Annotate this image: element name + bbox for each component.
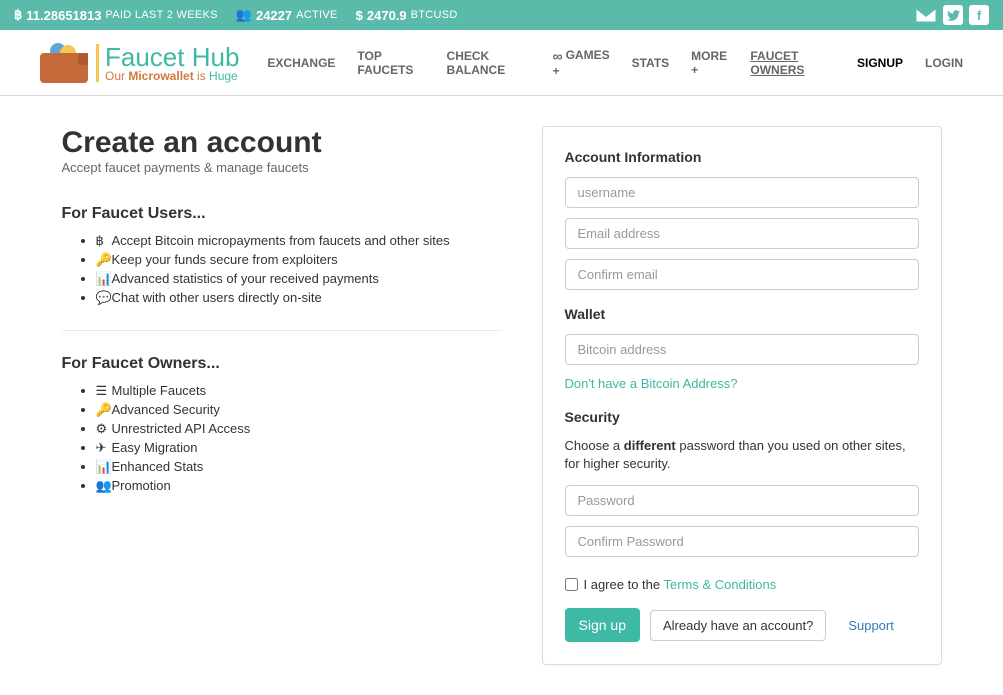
security-heading: Security xyxy=(565,409,919,425)
terms-link[interactable]: Terms & Conditions xyxy=(664,577,777,592)
no-address-link[interactable]: Don't have a Bitcoin Address? xyxy=(565,376,738,391)
topbar-social: f xyxy=(915,4,989,26)
nav-games[interactable]: ∞GAMES + xyxy=(553,48,610,78)
list-item: 🔑Keep your funds secure from exploiters xyxy=(96,252,502,268)
nav-stats[interactable]: STATS xyxy=(632,56,670,70)
email-field[interactable] xyxy=(565,218,919,249)
already-account-button[interactable]: Already have an account? xyxy=(650,610,826,641)
list-icon: ☰ xyxy=(96,383,110,399)
list-item: ✈Easy Migration xyxy=(96,440,502,456)
nav-check-balance[interactable]: CHECK BALANCE xyxy=(447,49,531,77)
topbar: ฿ 11.28651813 PAID LAST 2 WEEKS 👥 24227 … xyxy=(0,0,1003,30)
list-item: ฿Accept Bitcoin micropayments from fauce… xyxy=(96,233,502,249)
nav-signup[interactable]: SIGNUP xyxy=(857,56,903,70)
terms-label: I agree to the Terms & Conditions xyxy=(584,577,777,592)
stat-active-label: ACTIVE xyxy=(296,9,338,21)
support-link[interactable]: Support xyxy=(848,618,894,633)
stat-paid: ฿ 11.28651813 PAID LAST 2 WEEKS xyxy=(14,7,218,23)
stat-price-label: BTCUSD xyxy=(411,9,458,21)
chart-icon: 📊 xyxy=(96,271,110,287)
chart-icon: 📊 xyxy=(96,459,110,475)
facebook-icon[interactable]: f xyxy=(969,5,989,25)
topbar-stats: ฿ 11.28651813 PAID LAST 2 WEEKS 👥 24227 … xyxy=(14,7,458,23)
infinity-icon: ∞ xyxy=(553,48,563,64)
wallet-heading: Wallet xyxy=(565,306,919,322)
logo[interactable]: Faucet Hub Our Microwallet is Huge xyxy=(40,43,239,83)
terms-row: I agree to the Terms & Conditions xyxy=(565,577,919,592)
users-list: ฿Accept Bitcoin micropayments from fauce… xyxy=(62,233,502,306)
list-item: 📊Enhanced Stats xyxy=(96,459,502,475)
users-icon: 👥 xyxy=(96,478,110,494)
navbar: Faucet Hub Our Microwallet is Huge EXCHA… xyxy=(0,30,1003,96)
confirm-password-field[interactable] xyxy=(565,526,919,557)
main-container: Create an account Accept faucet payments… xyxy=(42,96,962,695)
nav-exchange[interactable]: EXCHANGE xyxy=(267,56,335,70)
list-item: 👥Promotion xyxy=(96,478,502,494)
envelope-icon[interactable] xyxy=(915,4,937,26)
username-field[interactable] xyxy=(565,177,919,208)
stat-paid-value: 11.28651813 xyxy=(26,8,101,23)
plane-icon: ✈ xyxy=(96,440,110,456)
stat-paid-label: PAID LAST 2 WEEKS xyxy=(105,9,217,21)
dollar-icon: $ xyxy=(356,8,363,23)
chat-icon: 💬 xyxy=(96,290,110,306)
account-heading: Account Information xyxy=(565,149,919,165)
gear-icon: ⚙ xyxy=(96,421,110,437)
page-subtitle: Accept faucet payments & manage faucets xyxy=(62,160,502,175)
key-icon: 🔑 xyxy=(96,252,110,268)
list-item: 🔑Advanced Security xyxy=(96,402,502,418)
terms-checkbox[interactable] xyxy=(565,578,578,591)
nav-login[interactable]: LOGIN xyxy=(925,56,963,70)
bitcoin-address-field[interactable] xyxy=(565,334,919,365)
signup-button[interactable]: Sign up xyxy=(565,608,640,642)
nav-more[interactable]: MORE + xyxy=(691,49,728,77)
owners-heading: For Faucet Owners... xyxy=(62,355,502,373)
list-item: ☰Multiple Faucets xyxy=(96,383,502,399)
stat-active: 👥 24227 ACTIVE xyxy=(236,7,338,23)
twitter-icon[interactable] xyxy=(943,5,963,25)
divider xyxy=(62,330,502,331)
logo-title: Faucet Hub xyxy=(105,44,239,70)
password-field[interactable] xyxy=(565,485,919,516)
bitcoin-icon: ฿ xyxy=(14,7,22,23)
wallet-icon xyxy=(40,43,88,83)
nav-links: EXCHANGE TOP FAUCETS CHECK BALANCE ∞GAME… xyxy=(267,48,963,78)
stat-active-value: 24227 xyxy=(256,8,292,23)
bitcoin-icon: ฿ xyxy=(96,233,110,249)
nav-top-faucets[interactable]: TOP FAUCETS xyxy=(357,49,424,77)
users-heading: For Faucet Users... xyxy=(62,205,502,223)
confirm-email-field[interactable] xyxy=(565,259,919,290)
security-help: Choose a different password than you use… xyxy=(565,437,919,473)
nav-faucet-owners[interactable]: FAUCET OWNERS xyxy=(750,49,835,77)
stat-price-value: 2470.9 xyxy=(367,8,407,23)
logo-text: Faucet Hub Our Microwallet is Huge xyxy=(96,44,239,82)
button-row: Sign up Already have an account? Support xyxy=(565,608,919,642)
list-item: 💬Chat with other users directly on-site xyxy=(96,290,502,306)
users-icon: 👥 xyxy=(236,7,252,23)
page-title: Create an account xyxy=(62,126,502,160)
logo-subtitle: Our Microwallet is Huge xyxy=(105,70,239,82)
signup-form: Account Information Wallet Don't have a … xyxy=(542,126,942,665)
list-item: ⚙Unrestricted API Access xyxy=(96,421,502,437)
left-column: Create an account Accept faucet payments… xyxy=(62,126,502,508)
stat-price: $ 2470.9 BTCUSD xyxy=(356,8,458,23)
key-icon: 🔑 xyxy=(96,402,110,418)
owners-list: ☰Multiple Faucets 🔑Advanced Security ⚙Un… xyxy=(62,383,502,494)
list-item: 📊Advanced statistics of your received pa… xyxy=(96,271,502,287)
